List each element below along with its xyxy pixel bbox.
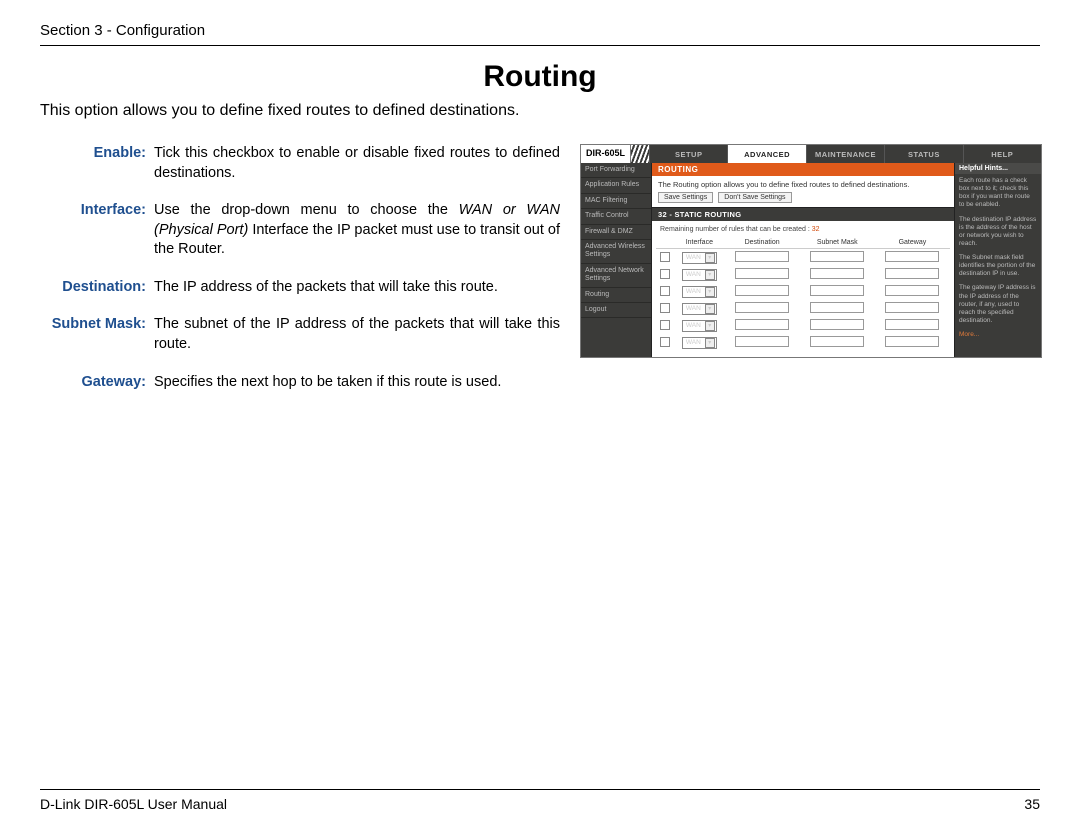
router-model: DIR-605L: [581, 145, 631, 163]
def-label-gateway: Gateway:: [40, 373, 150, 393]
interface-select[interactable]: WAN▾: [682, 252, 717, 264]
tab-setup[interactable]: SETUP: [649, 145, 727, 163]
footer-page-number: 35: [1024, 796, 1040, 812]
intro-text: This option allows you to define fixed r…: [40, 102, 1040, 120]
def-body-interface: Use the drop-down menu to choose the WAN…: [154, 201, 560, 260]
router-sidebar: Port Forwarding Application Rules MAC Fi…: [581, 163, 652, 357]
gateway-input[interactable]: [885, 319, 939, 330]
hint-4: The gateway IP address is the IP address…: [955, 281, 1041, 328]
tab-maintenance[interactable]: MAINTENANCE: [806, 145, 884, 163]
gateway-input[interactable]: [885, 285, 939, 296]
enable-checkbox[interactable]: [660, 320, 670, 330]
sidebar-item-routing[interactable]: Routing: [581, 288, 651, 303]
def-body-destination: The IP address of the packets that will …: [154, 278, 560, 298]
sidebar-item-port-forwarding[interactable]: Port Forwarding: [581, 163, 651, 178]
hints-title: Helpful Hints...: [955, 163, 1041, 174]
destination-input[interactable]: [735, 336, 789, 347]
destination-input[interactable]: [735, 285, 789, 296]
hints-more-link[interactable]: More...: [955, 328, 1041, 342]
col-subnet-mask: Subnet Mask: [800, 237, 875, 249]
helpful-hints: Helpful Hints... Each route has a check …: [954, 163, 1041, 357]
table-row: WAN▾: [656, 300, 950, 317]
interface-select[interactable]: WAN▾: [682, 286, 717, 298]
gateway-input[interactable]: [885, 336, 939, 347]
chevron-down-icon: ▾: [705, 253, 715, 263]
subnet-mask-input[interactable]: [810, 302, 864, 313]
sidebar-item-firewall-dmz[interactable]: Firewall & DMZ: [581, 225, 651, 240]
table-row: WAN▾: [656, 249, 950, 267]
subnet-mask-input[interactable]: [810, 319, 864, 330]
enable-checkbox[interactable]: [660, 303, 670, 313]
sidebar-item-adv-wireless[interactable]: Advanced Wireless Settings: [581, 240, 651, 264]
routing-table: Interface Destination Subnet Mask Gatewa…: [656, 237, 950, 351]
sidebar-item-adv-network[interactable]: Advanced Network Settings: [581, 264, 651, 288]
col-interface: Interface: [674, 237, 724, 249]
gateway-input[interactable]: [885, 251, 939, 262]
hint-3: The Subnet mask field identifies the por…: [955, 251, 1041, 281]
routing-banner: ROUTING: [652, 163, 954, 176]
chevron-down-icon: ▾: [705, 321, 715, 331]
static-routing-heading: 32 - STATIC ROUTING: [652, 207, 954, 221]
def-label-enable: Enable:: [40, 144, 150, 183]
interface-select[interactable]: WAN▾: [682, 269, 717, 281]
gateway-input[interactable]: [885, 268, 939, 279]
router-tabs: SETUP ADVANCED MAINTENANCE STATUS HELP: [649, 145, 1041, 163]
def-body-gateway: Specifies the next hop to be taken if th…: [154, 373, 560, 393]
chevron-down-icon: ▾: [705, 270, 715, 280]
router-screenshot: DIR-605L SETUP ADVANCED MAINTENANCE STAT…: [580, 144, 1042, 358]
interface-select[interactable]: WAN▾: [682, 337, 717, 349]
chevron-down-icon: ▾: [705, 338, 715, 348]
def-body-subnetmask: The subnet of the IP address of the pack…: [154, 315, 560, 354]
subnet-mask-input[interactable]: [810, 268, 864, 279]
def-label-interface: Interface:: [40, 201, 150, 260]
def-label-destination: Destination:: [40, 278, 150, 298]
chevron-down-icon: ▾: [705, 304, 715, 314]
table-row: WAN▾: [656, 334, 950, 351]
definitions: Enable: Tick this checkbox to enable or …: [40, 144, 560, 392]
subnet-mask-input[interactable]: [810, 285, 864, 296]
footer-manual-name: D-Link DIR-605L User Manual: [40, 796, 227, 812]
sidebar-item-logout[interactable]: Logout: [581, 303, 651, 318]
sidebar-item-application-rules[interactable]: Application Rules: [581, 178, 651, 193]
destination-input[interactable]: [735, 268, 789, 279]
section-header: Section 3 - Configuration: [40, 22, 1040, 46]
tab-help[interactable]: HELP: [963, 145, 1041, 163]
save-settings-button[interactable]: Save Settings: [658, 192, 713, 203]
chevron-down-icon: ▾: [705, 287, 715, 297]
table-row: WAN▾: [656, 317, 950, 334]
dont-save-settings-button[interactable]: Don't Save Settings: [718, 192, 791, 203]
destination-input[interactable]: [735, 251, 789, 262]
table-row: WAN▾: [656, 266, 950, 283]
enable-checkbox[interactable]: [660, 286, 670, 296]
tab-status[interactable]: STATUS: [884, 145, 962, 163]
sidebar-item-mac-filtering[interactable]: MAC Filtering: [581, 194, 651, 209]
hint-2: The destination IP address is the addres…: [955, 213, 1041, 252]
col-destination: Destination: [725, 237, 800, 249]
subnet-mask-input[interactable]: [810, 336, 864, 347]
col-gateway: Gateway: [875, 237, 950, 249]
sidebar-item-traffic-control[interactable]: Traffic Control: [581, 209, 651, 224]
routing-description: The Routing option allows you to define …: [658, 180, 948, 189]
subnet-mask-input[interactable]: [810, 251, 864, 262]
enable-checkbox[interactable]: [660, 269, 670, 279]
page-title: Routing: [40, 60, 1040, 94]
interface-select[interactable]: WAN▾: [682, 320, 717, 332]
gateway-input[interactable]: [885, 302, 939, 313]
enable-checkbox[interactable]: [660, 252, 670, 262]
tab-advanced[interactable]: ADVANCED: [727, 145, 805, 163]
enable-checkbox[interactable]: [660, 337, 670, 347]
remaining-rules-text: Remaining number of rules that can be cr…: [656, 224, 950, 237]
destination-input[interactable]: [735, 319, 789, 330]
hint-1: Each route has a check box next to it; c…: [955, 174, 1041, 213]
def-label-subnetmask: Subnet Mask:: [40, 315, 150, 354]
destination-input[interactable]: [735, 302, 789, 313]
table-row: WAN▾: [656, 283, 950, 300]
interface-select[interactable]: WAN▾: [682, 303, 717, 315]
stripes-decoration: [631, 145, 649, 163]
def-body-enable: Tick this checkbox to enable or disable …: [154, 144, 560, 183]
